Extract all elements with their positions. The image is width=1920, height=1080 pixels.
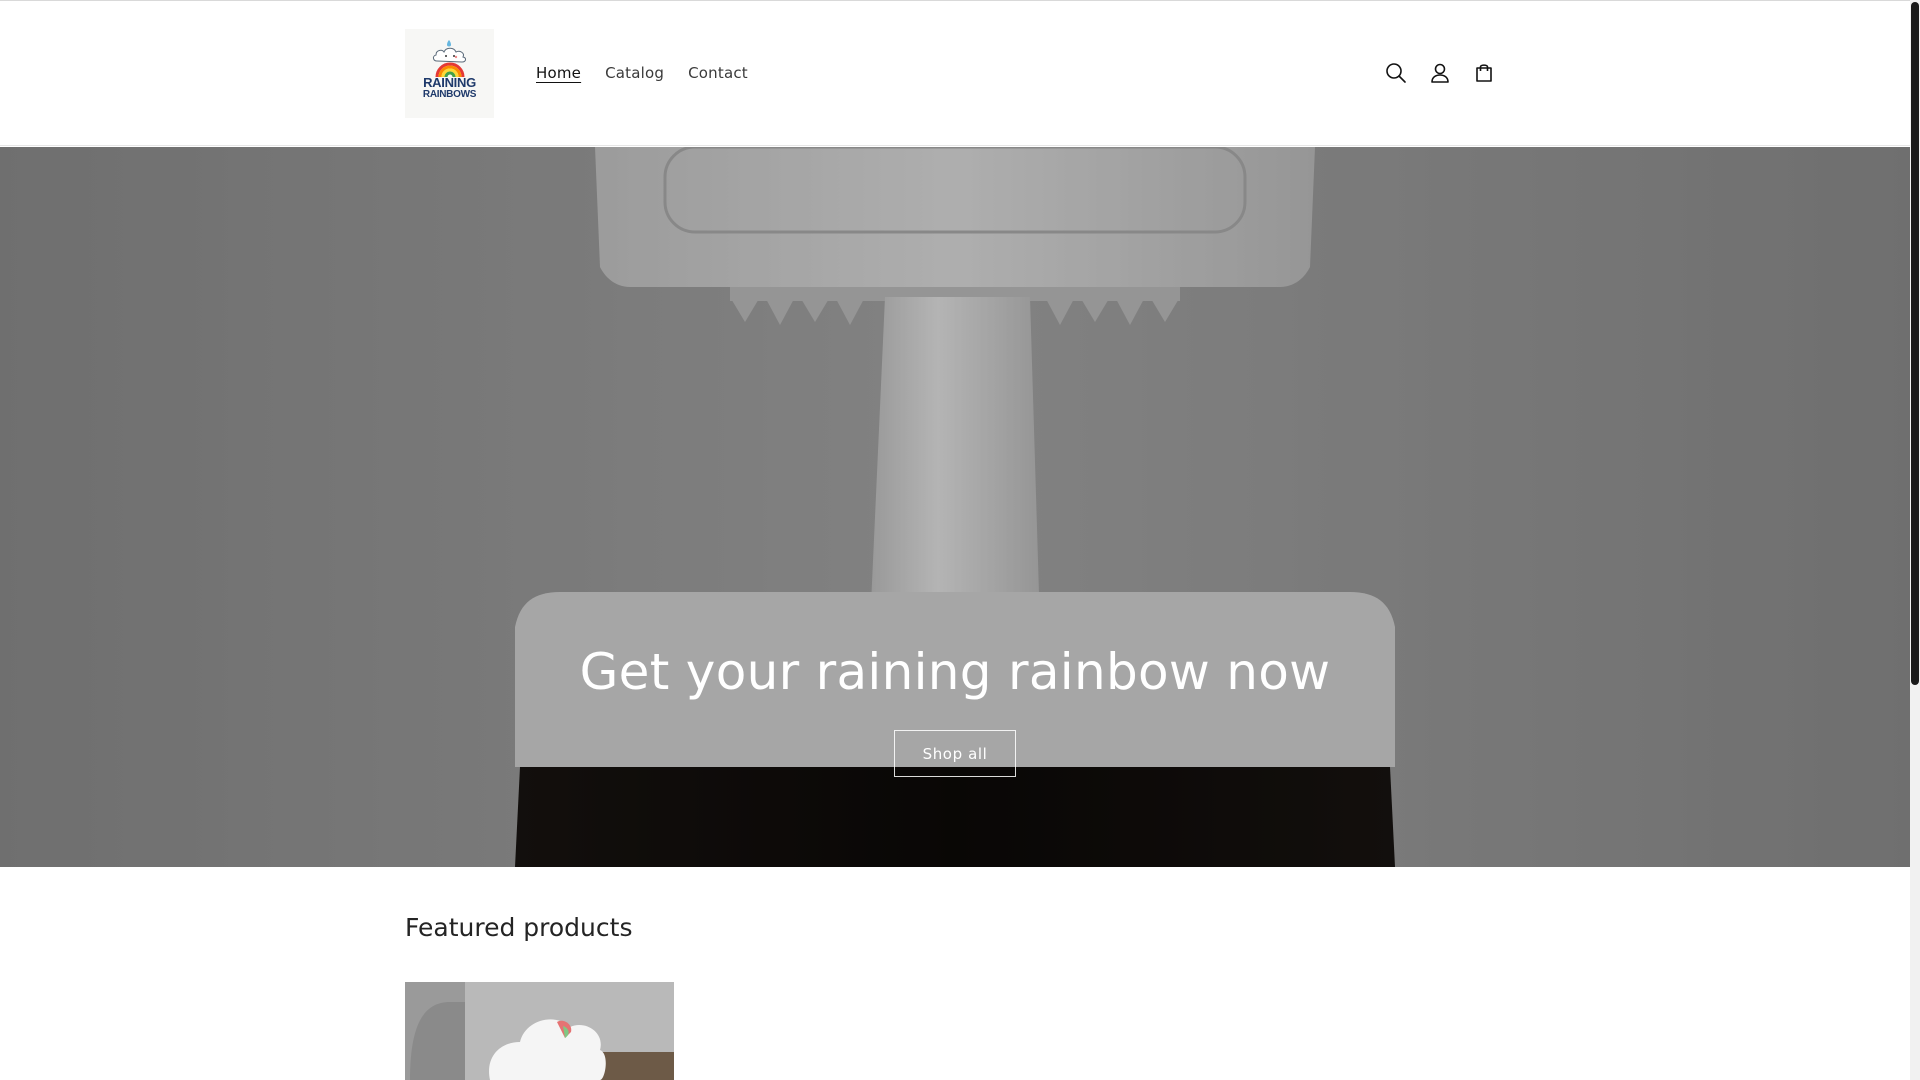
nav-link-home[interactable]: Home: [524, 60, 593, 86]
page: RAINING RAINBOWS Home Catalog Contact Ge…: [0, 0, 1910, 1080]
cart-button[interactable]: [1468, 57, 1500, 89]
logo-text-line2: RAINBOWS: [422, 89, 477, 100]
nav-link-catalog[interactable]: Catalog: [593, 60, 676, 86]
hero-banner: Get your raining rainbow now Shop all: [0, 147, 1910, 867]
site-header: RAINING RAINBOWS Home Catalog Contact: [0, 1, 1910, 146]
account-icon: [1431, 63, 1449, 83]
page-scrollbar[interactable]: [1910, 0, 1920, 1080]
shop-all-button[interactable]: Shop all: [894, 730, 1016, 777]
main-nav: Home Catalog Contact: [524, 60, 760, 86]
store-logo[interactable]: RAINING RAINBOWS: [405, 29, 494, 118]
account-button[interactable]: [1424, 57, 1456, 89]
hero-title: Get your raining rainbow now: [579, 643, 1331, 701]
header-actions: [1380, 57, 1500, 89]
cloud-rainbow-logo-icon: [432, 40, 466, 77]
product-image: [405, 982, 674, 1080]
nav-link-contact[interactable]: Contact: [676, 60, 760, 86]
featured-products-heading: Featured products: [405, 913, 633, 942]
search-button[interactable]: [1380, 57, 1412, 89]
search-icon: [1386, 63, 1406, 83]
cart-icon: [1476, 64, 1492, 82]
logo-text-line1: RAINING: [423, 75, 476, 90]
scrollbar-thumb[interactable]: [1911, 2, 1919, 685]
product-card[interactable]: [405, 982, 674, 1080]
